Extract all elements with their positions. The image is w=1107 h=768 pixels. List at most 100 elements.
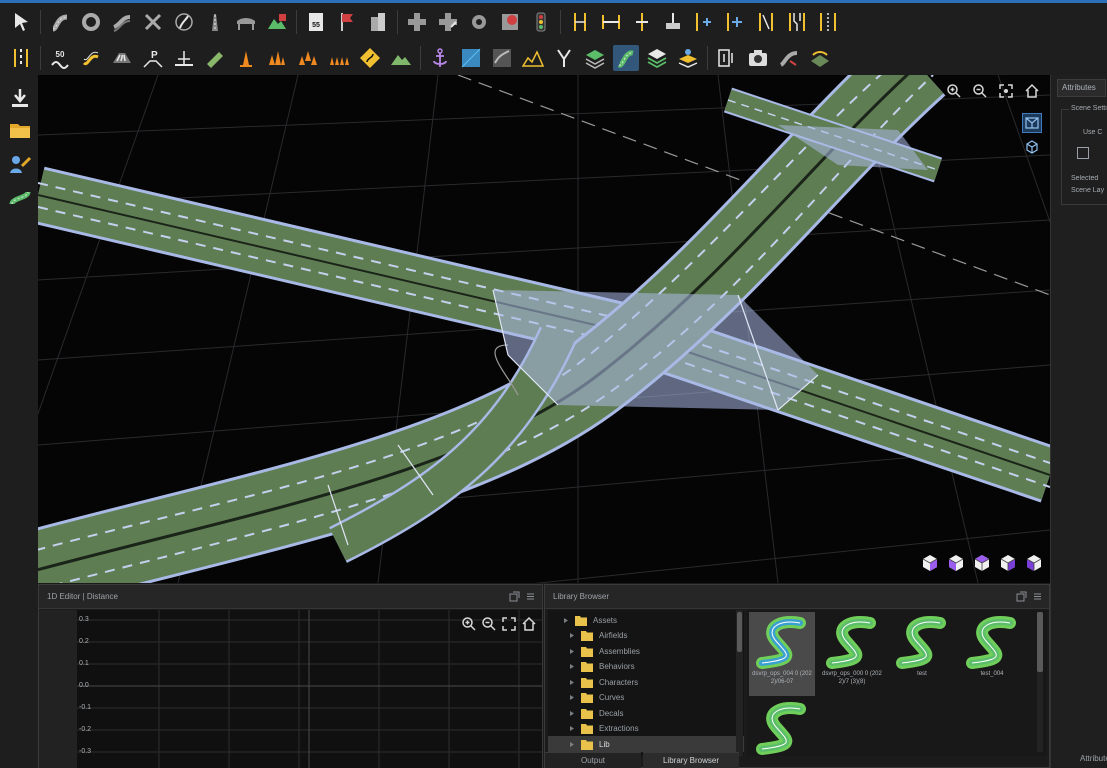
- lane-add-icon[interactable]: [691, 9, 717, 35]
- tab-output[interactable]: Output: [545, 752, 641, 768]
- undock-icon[interactable]: [509, 591, 520, 602]
- zoom-in-icon[interactable]: [459, 614, 479, 634]
- cone-group-icon[interactable]: [264, 45, 290, 71]
- camera-icon[interactable]: [745, 45, 771, 71]
- perspective-view-icon[interactable]: [1022, 113, 1042, 133]
- tree-item[interactable]: Lib: [548, 736, 744, 752]
- tree-item[interactable]: Assemblies: [548, 643, 744, 659]
- attributes-tab[interactable]: Attributes: [1057, 79, 1106, 97]
- traffic-light-icon[interactable]: [528, 9, 554, 35]
- elevation-icon[interactable]: [520, 45, 546, 71]
- parking-icon[interactable]: P: [140, 45, 166, 71]
- highway-icon[interactable]: [202, 9, 228, 35]
- library-road-icon[interactable]: [807, 45, 833, 71]
- terrain-icon[interactable]: [388, 45, 414, 71]
- lane-span-icon[interactable]: [598, 9, 624, 35]
- cube-view-5-icon[interactable]: [1024, 553, 1044, 573]
- lane-marking-icon[interactable]: [8, 45, 34, 71]
- junction-edit-icon[interactable]: [435, 9, 461, 35]
- barrier-icon[interactable]: [171, 45, 197, 71]
- split-path-icon[interactable]: [551, 45, 577, 71]
- expand-arrow-icon[interactable]: [562, 616, 571, 625]
- expand-arrow-icon[interactable]: [568, 631, 577, 640]
- cone-icon[interactable]: [233, 45, 259, 71]
- assets-scrollbar[interactable]: [1037, 612, 1043, 752]
- cube-view-2-icon[interactable]: [946, 553, 966, 573]
- tree-item[interactable]: Behaviors: [548, 659, 744, 675]
- asset-thumbnail[interactable]: dsvrp_ops_000 0 (2022)/7 (3)(8): [819, 612, 885, 696]
- fit-view-icon[interactable]: [499, 614, 519, 634]
- cube-view-3-icon[interactable]: [972, 553, 992, 573]
- asset-thumbnail[interactable]: test_004: [959, 612, 1025, 696]
- expand-arrow-icon[interactable]: [568, 724, 577, 733]
- road-preview-icon[interactable]: [776, 45, 802, 71]
- home-view-icon[interactable]: [519, 614, 539, 634]
- globe-road-icon[interactable]: [171, 9, 197, 35]
- tab-attributes-bottom[interactable]: Attributes: [1080, 754, 1107, 763]
- cube-view-1-icon[interactable]: [920, 553, 940, 573]
- curve-road-icon[interactable]: [47, 9, 73, 35]
- parametric-road-icon[interactable]: [109, 9, 135, 35]
- road-network-icon[interactable]: [140, 9, 166, 35]
- lane-shift-icon[interactable]: [660, 9, 686, 35]
- material-icon[interactable]: [458, 45, 484, 71]
- lane-center-icon[interactable]: [629, 9, 655, 35]
- bridge-icon[interactable]: [233, 9, 259, 35]
- expand-arrow-icon[interactable]: [568, 709, 577, 718]
- road-scene[interactable]: [38, 75, 1050, 583]
- assets-scroll-thumb[interactable]: [1037, 612, 1043, 672]
- expand-arrow-icon[interactable]: [568, 647, 577, 656]
- building-icon[interactable]: [365, 9, 391, 35]
- tree-scroll-thumb[interactable]: [737, 612, 742, 652]
- junction-icon[interactable]: [404, 9, 430, 35]
- crosswalk-icon[interactable]: [109, 45, 135, 71]
- roundabout-icon[interactable]: [466, 9, 492, 35]
- tree-item[interactable]: Assets: [548, 612, 744, 628]
- 3d-viewport[interactable]: [38, 75, 1050, 583]
- home-view-icon[interactable]: [1022, 81, 1042, 101]
- lane-add-right-icon[interactable]: [722, 9, 748, 35]
- s-curve-yellow-icon[interactable]: [78, 45, 104, 71]
- tree-item[interactable]: Decals: [548, 705, 744, 721]
- tree-scrollbar[interactable]: [736, 610, 743, 756]
- import-download-icon[interactable]: [6, 85, 34, 111]
- scenario-person-icon[interactable]: [6, 151, 34, 177]
- layer-pin-icon[interactable]: [675, 45, 701, 71]
- asset-thumbnail[interactable]: dsvrp_ops_004 0 (2022)/06-07: [749, 612, 815, 696]
- expand-arrow-icon[interactable]: [568, 693, 577, 702]
- expand-arrow-icon[interactable]: [568, 662, 577, 671]
- tab-library-browser[interactable]: Library Browser: [643, 752, 739, 768]
- curve-plot[interactable]: 0.3 0.2 0.1 0.0 -0.1 -0.2 -0.3: [39, 610, 542, 768]
- terrain-paint-icon[interactable]: [264, 9, 290, 35]
- diamond-sign-icon[interactable]: [357, 45, 383, 71]
- folder-icon[interactable]: [6, 117, 34, 143]
- lane-width-icon[interactable]: [567, 9, 593, 35]
- undock-icon[interactable]: [1016, 591, 1027, 602]
- layer-road-active-icon[interactable]: [613, 44, 639, 71]
- cube-view-4-icon[interactable]: [998, 553, 1018, 573]
- lane-split-icon[interactable]: [815, 9, 841, 35]
- asset-thumbnail[interactable]: [749, 698, 815, 768]
- texture-icon[interactable]: [489, 45, 515, 71]
- circle-road-icon[interactable]: [78, 9, 104, 35]
- layer-road-icon[interactable]: [582, 45, 608, 71]
- cone-row-icon[interactable]: [326, 45, 352, 71]
- panel-menu-icon[interactable]: [525, 591, 536, 602]
- 3d-cube-view-icon[interactable]: [1022, 137, 1042, 157]
- stop-junction-icon[interactable]: [497, 9, 523, 35]
- expand-arrow-icon[interactable]: [568, 678, 577, 687]
- speed-50-icon[interactable]: 50: [47, 45, 73, 71]
- panel-menu-icon[interactable]: [1032, 591, 1043, 602]
- export-scene-icon[interactable]: [714, 45, 740, 71]
- zoom-out-icon[interactable]: [479, 614, 499, 634]
- speed-limit-sign-icon[interactable]: 55: [303, 9, 329, 35]
- flag-marker-icon[interactable]: [334, 9, 360, 35]
- select-arrow-icon[interactable]: [8, 9, 34, 35]
- lane-form-icon[interactable]: [753, 9, 779, 35]
- expand-arrow-icon[interactable]: [568, 740, 577, 749]
- fit-view-icon[interactable]: [996, 81, 1016, 101]
- prop-paint-icon[interactable]: [202, 45, 228, 71]
- zoom-in-icon[interactable]: [944, 81, 964, 101]
- tree-item[interactable]: Characters: [548, 674, 744, 690]
- anchor-icon[interactable]: [427, 45, 453, 71]
